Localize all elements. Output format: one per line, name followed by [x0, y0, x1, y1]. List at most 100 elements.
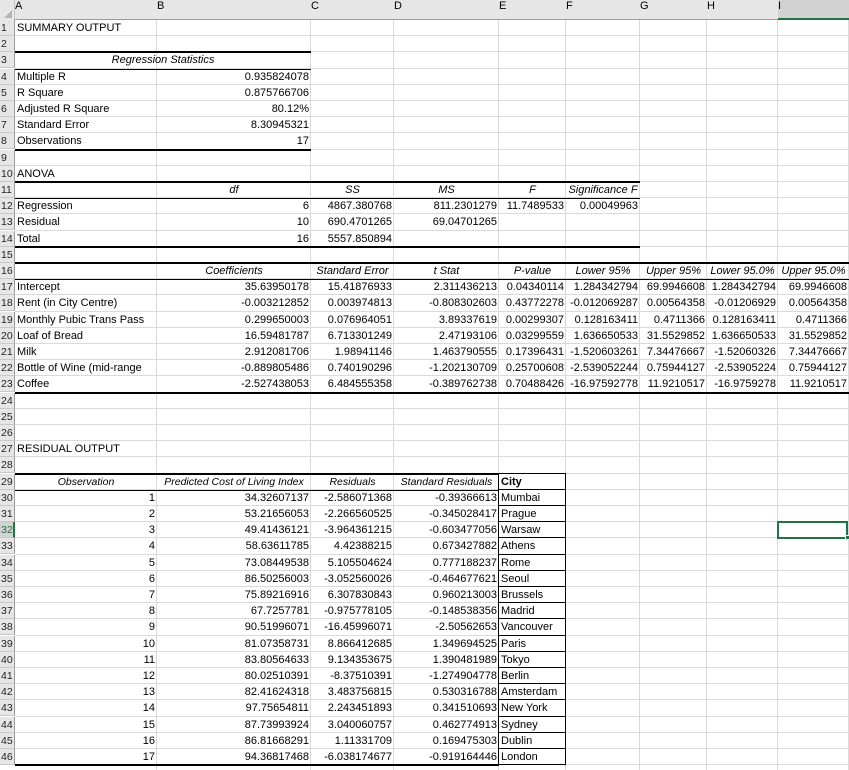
- row-header-15[interactable]: 15: [0, 247, 15, 263]
- row-header-32[interactable]: 32: [0, 522, 15, 538]
- residual-header: Predicted Cost of Living Index: [164, 476, 304, 488]
- row-header-14[interactable]: 14: [0, 231, 15, 247]
- anova-header: MS: [438, 184, 455, 196]
- coefficient-value: 6.713301249: [327, 330, 392, 342]
- row-header-19[interactable]: 19: [0, 312, 15, 328]
- column-header-d[interactable]: D: [394, 0, 499, 20]
- coefficient-value: 0.43772278: [505, 297, 564, 309]
- column-header-h[interactable]: H: [707, 0, 778, 20]
- row-header-28[interactable]: 28: [0, 457, 15, 473]
- row-header-33[interactable]: 33: [0, 538, 15, 554]
- city-border: [499, 683, 566, 684]
- row-header-37[interactable]: 37: [0, 603, 15, 619]
- city-border: [498, 474, 499, 765]
- table-border: [15, 764, 499, 766]
- row-header-16[interactable]: 16: [0, 263, 15, 279]
- row-header-29[interactable]: 29: [0, 474, 15, 490]
- coefficient-value: 1.463790555: [432, 346, 497, 358]
- row-header-10[interactable]: 10: [0, 166, 15, 182]
- coefficient-value: -2.53905224: [714, 362, 776, 374]
- column-header-c[interactable]: C: [311, 0, 394, 20]
- anova-value: 690.4701265: [327, 216, 392, 228]
- row-header-44[interactable]: 44: [0, 717, 15, 733]
- select-all-button[interactable]: [0, 0, 15, 20]
- column-header-a[interactable]: A: [15, 0, 157, 20]
- residual-value: -8.37510391: [330, 670, 392, 682]
- row-header-22[interactable]: 22: [0, 360, 15, 376]
- city-name: Berlin: [501, 670, 530, 682]
- row-header-20[interactable]: 20: [0, 328, 15, 344]
- residual-value: 58.63611785: [245, 540, 309, 552]
- city-border: [499, 667, 566, 668]
- column-header-e[interactable]: E: [499, 0, 566, 20]
- row-header-12[interactable]: 12: [0, 198, 15, 214]
- table-border: [15, 246, 640, 248]
- row-header-4[interactable]: 4: [0, 69, 15, 85]
- residual-value: 7: [148, 589, 155, 601]
- row-header-43[interactable]: 43: [0, 700, 15, 716]
- row-header-40[interactable]: 40: [0, 652, 15, 668]
- residual-value: 0.530316788: [432, 686, 497, 698]
- row-header-23[interactable]: 23: [0, 376, 15, 392]
- coefficient-value: 0.00299307: [505, 314, 564, 326]
- anova-row-label: Total: [17, 233, 41, 245]
- row-header-27[interactable]: 27: [0, 441, 15, 457]
- row-header-35[interactable]: 35: [0, 571, 15, 587]
- fill-handle[interactable]: [845, 535, 849, 540]
- row-header-11[interactable]: 11: [0, 182, 15, 198]
- row-header-36[interactable]: 36: [0, 587, 15, 603]
- row-header-26[interactable]: 26: [0, 425, 15, 441]
- row-header-2[interactable]: 2: [0, 36, 15, 52]
- selected-cell-i32[interactable]: [777, 521, 848, 539]
- row-header-6[interactable]: 6: [0, 101, 15, 117]
- column-header-f[interactable]: F: [566, 0, 640, 20]
- coefficient-value: 0.4711366: [653, 314, 705, 326]
- column-header-b[interactable]: B: [157, 0, 311, 20]
- coefficient-variable: Rent (in City Centre): [17, 297, 118, 309]
- coefficient-value: 1.636650533: [711, 330, 776, 342]
- city-border: [499, 602, 566, 603]
- residual-value: 3: [148, 524, 155, 536]
- row-header-25[interactable]: 25: [0, 409, 15, 425]
- row-header-7[interactable]: 7: [0, 117, 15, 133]
- coefficient-value: 0.75944127: [646, 362, 705, 374]
- row-header-18[interactable]: 18: [0, 295, 15, 311]
- row-header-38[interactable]: 38: [0, 619, 15, 635]
- row-header-13[interactable]: 13: [0, 214, 15, 230]
- residual-value: 1.349694525: [432, 638, 497, 650]
- city-border: [499, 764, 566, 765]
- coefficient-value: 0.17396431: [505, 346, 564, 358]
- column-header-g[interactable]: G: [640, 0, 707, 20]
- row-header-3[interactable]: 3: [0, 52, 15, 68]
- row-header-34[interactable]: 34: [0, 555, 15, 571]
- city-name: Sydney: [501, 719, 538, 731]
- row-header-39[interactable]: 39: [0, 636, 15, 652]
- gridline-horizontal: [15, 408, 849, 409]
- row-header-31[interactable]: 31: [0, 506, 15, 522]
- city-border: [499, 505, 566, 506]
- row-header-41[interactable]: 41: [0, 668, 15, 684]
- coefficient-value: -0.003212852: [241, 297, 309, 309]
- row-header-9[interactable]: 9: [0, 150, 15, 166]
- row-header-1[interactable]: 1: [0, 20, 15, 36]
- anova-value: 4867.380768: [327, 200, 392, 212]
- stat-label: Standard Error: [17, 119, 90, 131]
- coefficient-value: -2.527438053: [241, 378, 309, 390]
- coefficient-value: 2.311436213: [433, 281, 497, 293]
- city-border: [499, 570, 566, 571]
- residual-value: 0.960213003: [432, 589, 497, 601]
- coefficient-value: 11.9210517: [789, 378, 847, 390]
- row-header-17[interactable]: 17: [0, 279, 15, 295]
- row-header-24[interactable]: 24: [0, 393, 15, 409]
- city-border: [499, 537, 566, 538]
- row-header-5[interactable]: 5: [0, 85, 15, 101]
- row-header-42[interactable]: 42: [0, 684, 15, 700]
- anova-header: Significance F: [568, 184, 638, 196]
- spreadsheet-grid[interactable]: A B C D E F G H I 1 2 3 4 5 6 7 8 9 10 11 12 13 14 15 16 17 18 19 20…: [0, 0, 849, 770]
- row-header-21[interactable]: 21: [0, 344, 15, 360]
- row-header-46[interactable]: 46: [0, 749, 15, 765]
- row-header-45[interactable]: 45: [0, 733, 15, 749]
- column-header-i[interactable]: I: [778, 0, 849, 20]
- row-header-30[interactable]: 30: [0, 490, 15, 506]
- row-header-8[interactable]: 8: [0, 133, 15, 149]
